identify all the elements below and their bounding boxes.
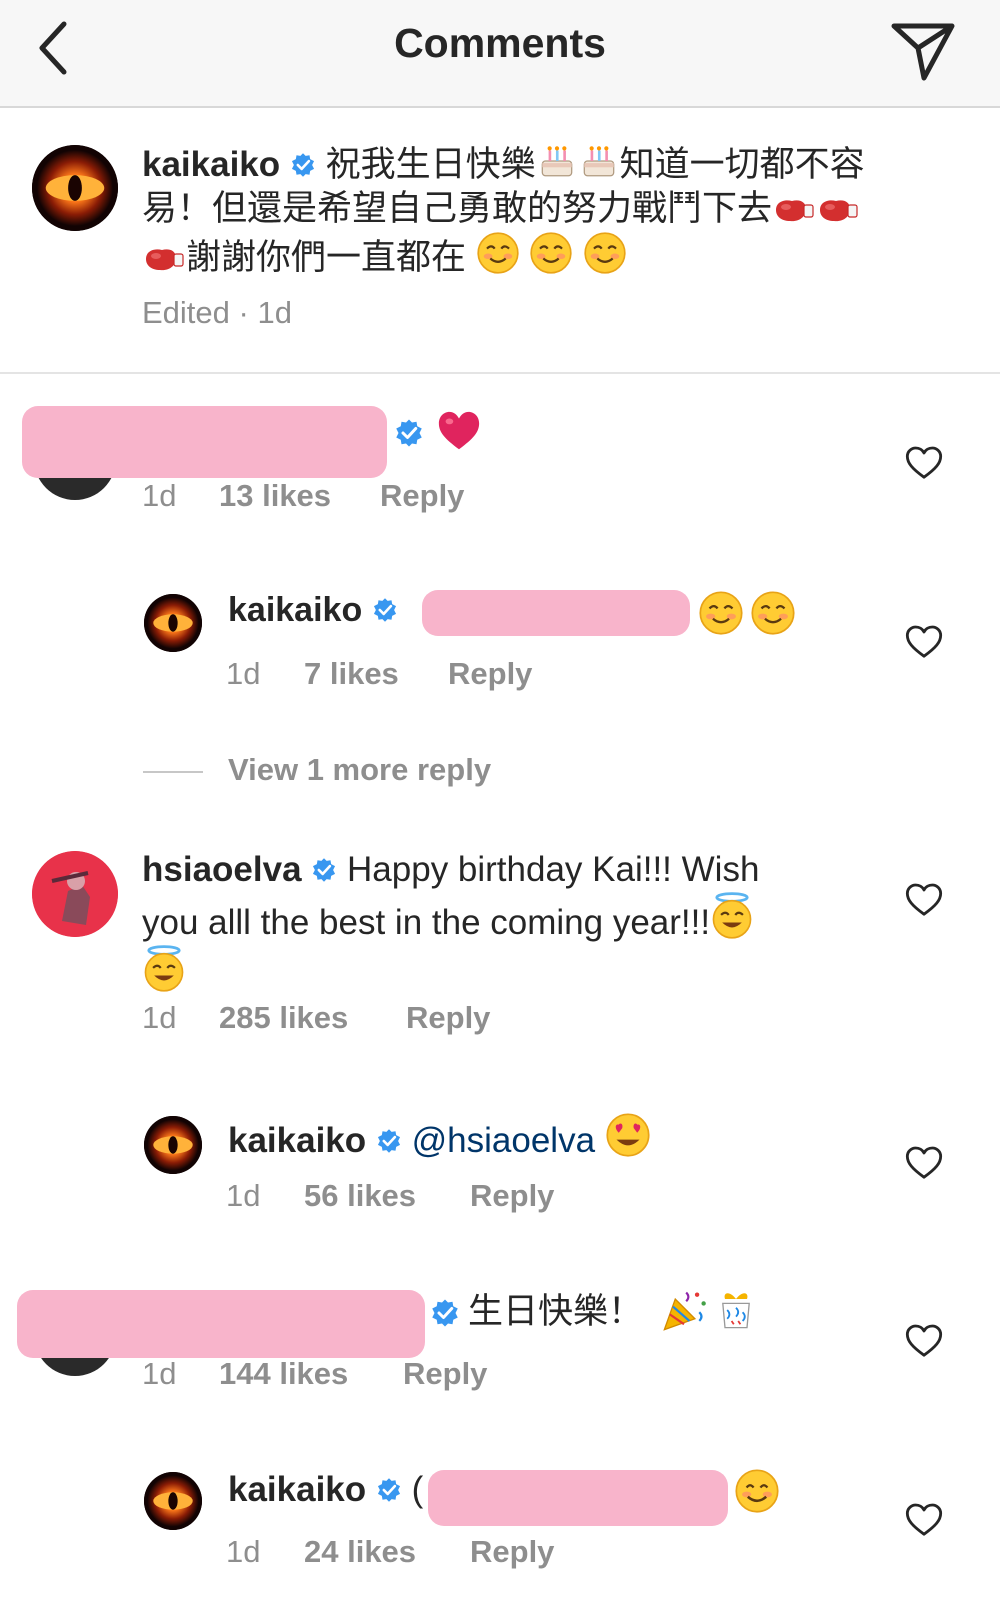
reply-button[interactable]: Reply — [406, 1000, 490, 1036]
comment-likes[interactable]: 7 likes — [304, 656, 399, 692]
comment-username[interactable]: hsiaoelva — [142, 850, 302, 889]
comment-time: 1d — [226, 656, 261, 691]
avatar[interactable] — [32, 851, 118, 937]
verified-badge-icon — [290, 152, 316, 178]
reply-button[interactable]: Reply — [380, 478, 464, 514]
send-icon — [891, 23, 955, 81]
verified-badge-icon — [311, 857, 337, 883]
comment-text: kaikaiko @hsiaoelva — [228, 1112, 651, 1163]
verified-badge-icon — [376, 1128, 402, 1154]
caption-line1b: 知道一切都不容 — [619, 145, 865, 184]
comment-time: 1d — [142, 1000, 177, 1035]
comment-username[interactable]: kaikaiko — [228, 1121, 366, 1160]
heart-outline-icon[interactable] — [904, 443, 944, 483]
caption-line2: 易！但還是希望自己勇敢的努力戰鬥下去 — [142, 189, 773, 228]
heart-eyes-emoji-icon — [605, 1112, 651, 1158]
redacted-username — [22, 406, 387, 478]
heart-outline-icon[interactable] — [904, 1321, 944, 1361]
heart-outline-icon[interactable] — [904, 1143, 944, 1183]
comment-meta: 1d 7 likes Reply — [0, 656, 900, 696]
page-title: Comments — [394, 20, 606, 66]
comment-meta: 1d 13 likes Reply — [0, 478, 900, 518]
comment-time: 1d — [226, 1534, 261, 1569]
comment-meta: 1d 56 likes Reply — [0, 1178, 900, 1218]
red-heart-emoji-icon — [436, 408, 482, 454]
comment-meta: 1d 144 likes Reply — [0, 1356, 900, 1396]
blush-emoji-icon — [476, 231, 520, 275]
heart-outline-icon[interactable] — [904, 1500, 944, 1540]
comment-likes[interactable]: 56 likes — [304, 1178, 416, 1214]
avatar[interactable] — [144, 1472, 202, 1530]
halo-emoji-icon — [142, 945, 186, 993]
caption-meta: Edited · 1d — [142, 295, 292, 330]
comment-likes[interactable]: 24 likes — [304, 1534, 416, 1570]
caption-text: kaikaiko 祝我生日快樂 知道一切都不容 易！但還是希望自己勇敢的努力戰鬥下… — [142, 140, 962, 280]
comment-body: Happy birthday Kai!!! Wish — [347, 850, 760, 889]
blush-emoji-icon — [750, 590, 796, 636]
verified-badge-icon — [372, 597, 398, 623]
comment-likes[interactable]: 13 likes — [219, 478, 331, 514]
halo-emoji-icon — [710, 892, 754, 940]
comment-time: 1d — [142, 1356, 177, 1391]
avatar[interactable] — [144, 594, 202, 652]
blush-emoji-icon — [583, 231, 627, 275]
comment-username[interactable]: kaikaiko — [228, 591, 362, 629]
avatar[interactable] — [144, 1116, 202, 1174]
comment-meta: 1d 24 likes Reply — [0, 1534, 900, 1574]
avatar[interactable] — [32, 145, 118, 231]
redacted-text — [428, 1470, 728, 1526]
reply-button[interactable]: Reply — [448, 656, 532, 692]
comment-text: hsiaoelva Happy birthday Kai!!! Wish you… — [142, 848, 902, 998]
comment-time: 1d — [226, 1178, 261, 1213]
blush-emoji-icon — [698, 590, 744, 636]
heart-outline-icon[interactable] — [904, 880, 944, 920]
thread-line — [143, 771, 203, 773]
comment-time: 1d — [142, 478, 177, 513]
party-popper-emoji-icon — [660, 1288, 708, 1332]
heart-outline-icon[interactable] — [904, 622, 944, 662]
birthday-cake-icon — [578, 140, 620, 182]
comment-likes[interactable]: 144 likes — [219, 1356, 348, 1392]
birthday-cake-icon — [536, 140, 578, 182]
comment-likes[interactable]: 285 likes — [219, 1000, 348, 1036]
view-more-replies-button[interactable]: View 1 more reply — [228, 752, 491, 788]
redacted-username — [17, 1290, 425, 1358]
mention-link[interactable]: @hsiaoelva — [412, 1121, 595, 1160]
caption-line3: 謝謝你們一直都在 — [186, 238, 467, 277]
reply-button[interactable]: Reply — [403, 1356, 487, 1392]
send-button[interactable] — [888, 18, 958, 82]
comment-body: 生日快樂！ — [468, 1292, 644, 1331]
comment-body-cont: you alll the best in the coming year!!! — [142, 903, 711, 942]
blush-emoji-icon — [529, 231, 573, 275]
verified-badge-icon — [376, 1477, 402, 1503]
comment-username[interactable]: kaikaiko — [228, 1470, 366, 1509]
caption-username[interactable]: kaikaiko — [142, 145, 280, 184]
caption-line1: 祝我生日快樂 — [325, 145, 536, 184]
gift-emoji-icon — [714, 1288, 758, 1332]
redacted-text — [422, 590, 690, 636]
comment-text: kaikaiko — [228, 588, 398, 632]
verified-badge-icon — [394, 418, 424, 448]
boxing-glove-icon — [772, 196, 816, 226]
comment-meta: 1d 285 likes Reply — [0, 1000, 900, 1040]
verified-badge-icon — [430, 1298, 460, 1328]
boxing-glove-icon — [816, 196, 860, 226]
boxing-glove-icon — [142, 245, 186, 275]
reply-button[interactable]: Reply — [470, 1534, 554, 1570]
divider — [0, 372, 1000, 374]
reply-button[interactable]: Reply — [470, 1178, 554, 1214]
smile-emoji-icon — [734, 1468, 780, 1514]
comment-body-fragment: ( — [411, 1470, 424, 1509]
comment-text: kaikaiko ( — [228, 1468, 423, 1512]
